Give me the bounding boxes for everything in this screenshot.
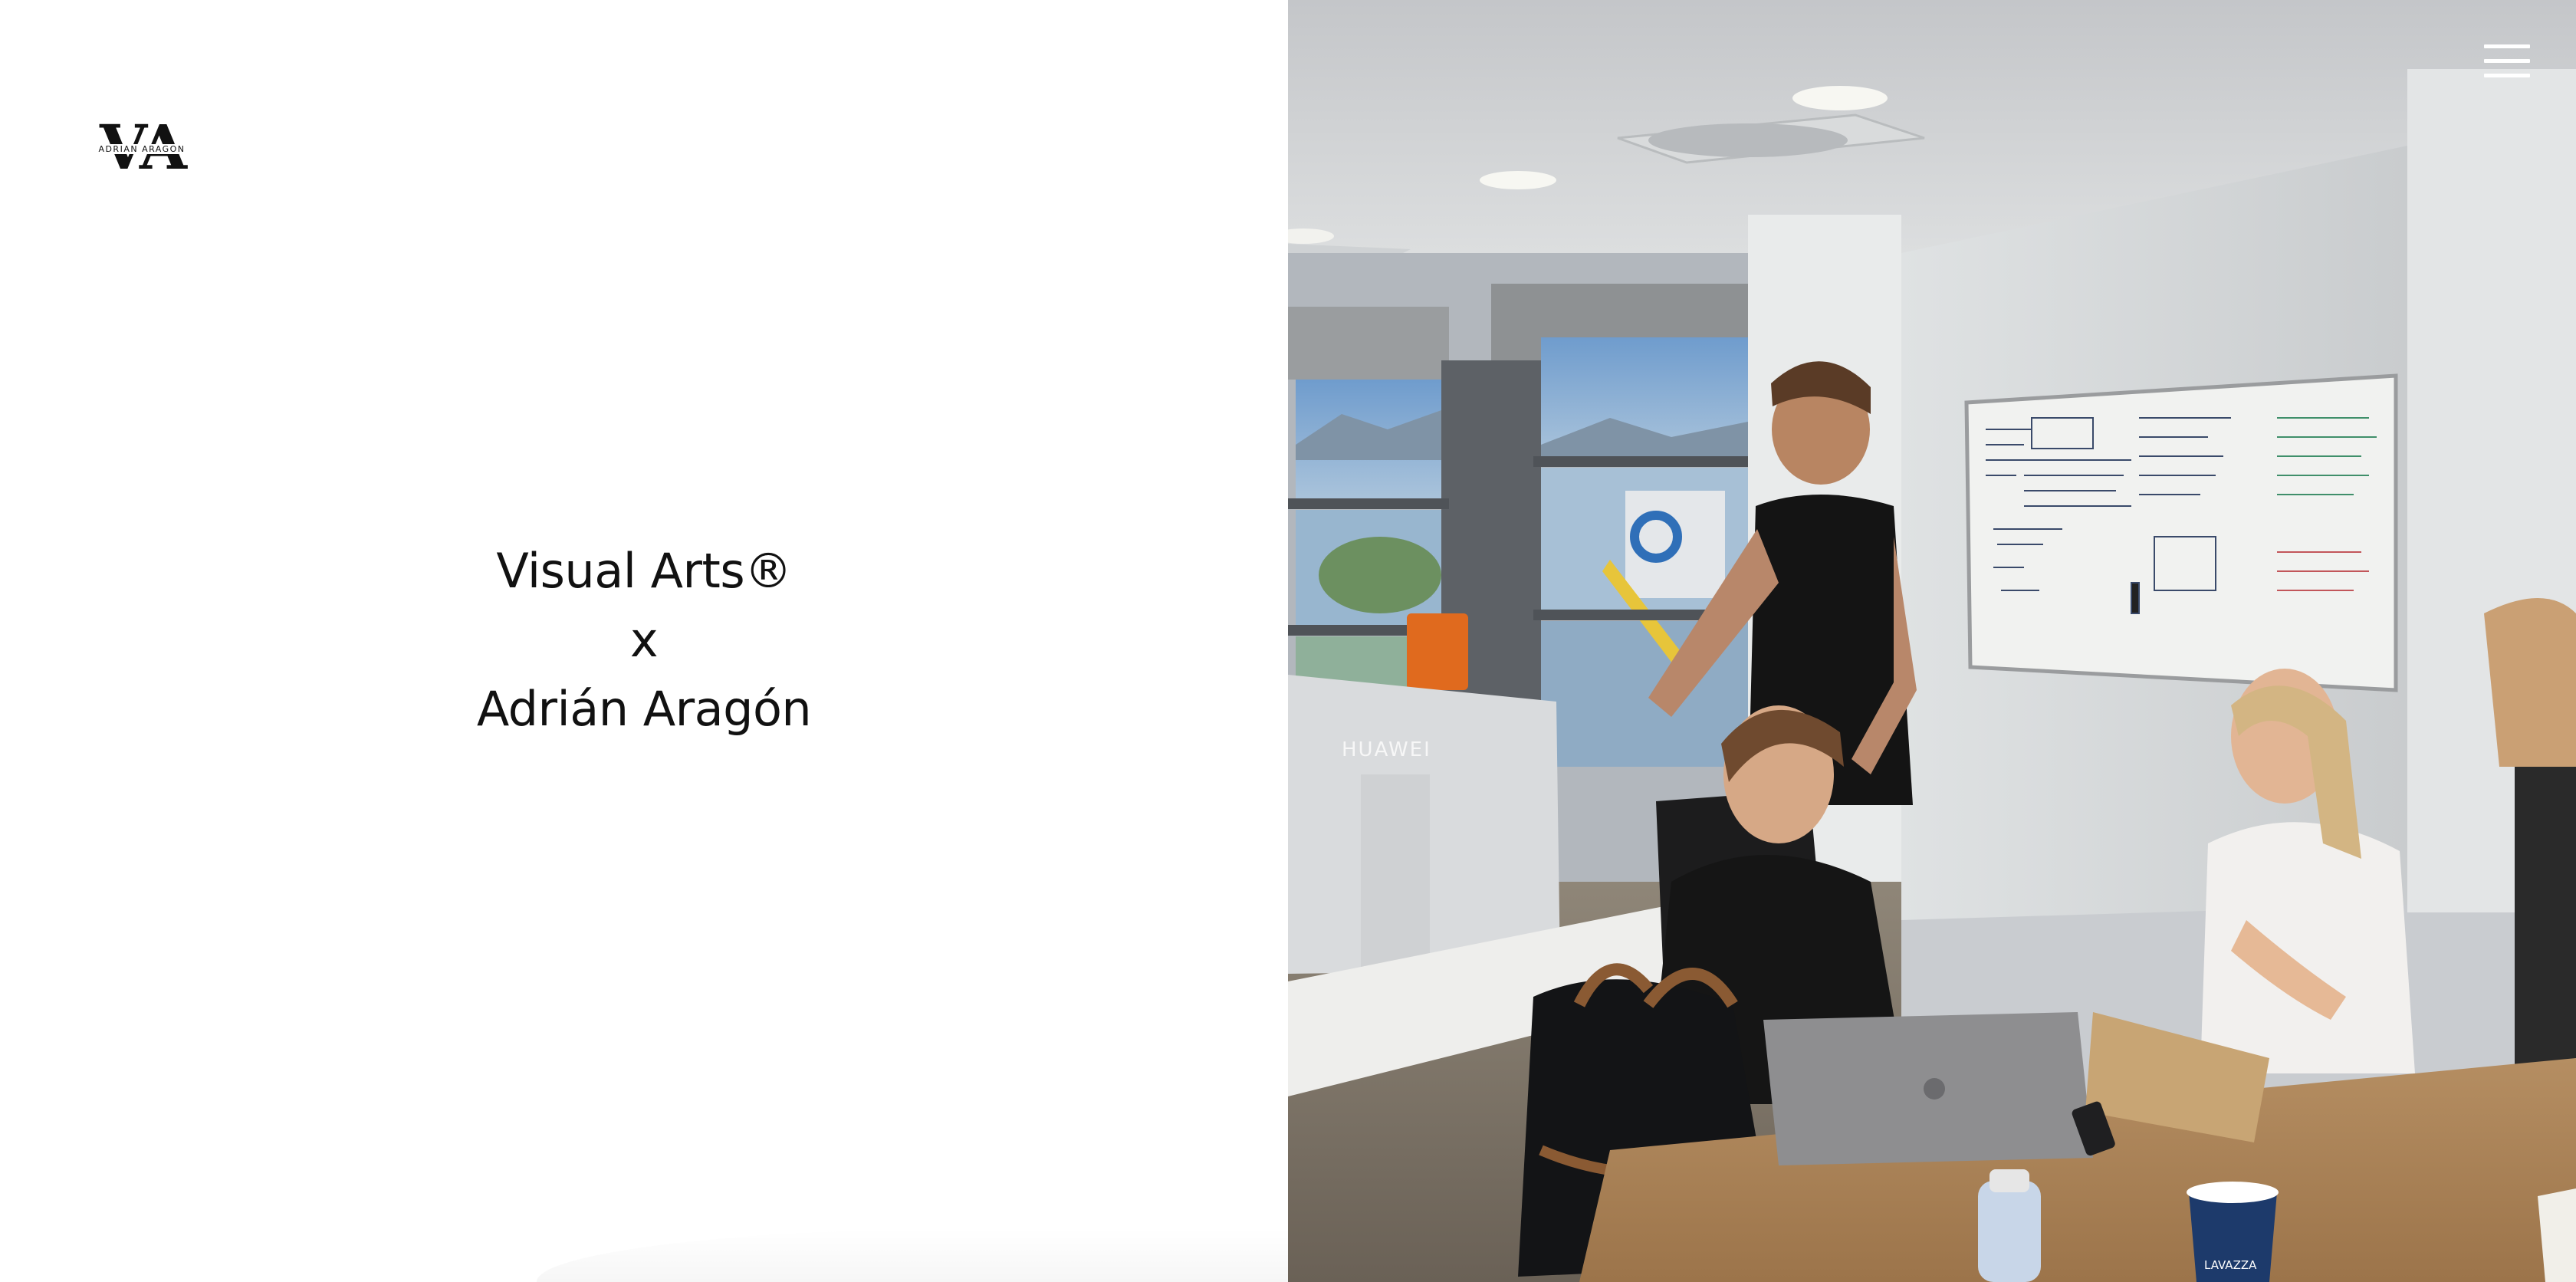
apple-logo-icon — [1924, 1078, 1945, 1100]
panel-shadow — [537, 1228, 1288, 1282]
hamburger-menu-icon — [2484, 44, 2530, 48]
hamburger-menu-icon — [2484, 59, 2530, 63]
monitor-brand: HUAWEI — [1342, 738, 1431, 761]
logo-wordmark-text: ADRIAN ARAGON — [97, 144, 187, 154]
hero-title: Visual Arts® x Adrián Aragón — [0, 537, 1288, 744]
hero-photo: HUAWEI LAVAZZA — [1288, 0, 2576, 1282]
window-frame — [1288, 498, 1449, 509]
logo-wordmark: ADRIAN ARAGON — [84, 144, 199, 154]
ceiling-light — [1480, 171, 1556, 189]
hero-line-separator: x — [629, 612, 659, 668]
hero-line-name: Adrián Aragón — [476, 681, 812, 737]
tree — [1319, 537, 1441, 613]
cup-brand: LAVAZZA — [2204, 1258, 2257, 1272]
office-meeting-photo: HUAWEI LAVAZZA — [1288, 0, 2576, 1282]
hamburger-menu-button[interactable] — [2482, 43, 2532, 81]
window-frame — [1533, 456, 1756, 467]
air-vent-grille — [1648, 123, 1848, 157]
hamburger-menu-icon — [2484, 74, 2530, 77]
orange-bag — [1407, 613, 1468, 690]
ceiling-light — [1792, 86, 1888, 110]
intro-panel: VA ADRIAN ARAGON Visual Arts® x Adrián A… — [0, 0, 1288, 1282]
water-bottle — [1978, 1181, 2041, 1282]
window-blind — [1288, 307, 1449, 380]
hero-line-brand: Visual Arts® — [496, 543, 792, 599]
brand-logo[interactable]: VA ADRIAN ARAGON — [84, 115, 199, 179]
